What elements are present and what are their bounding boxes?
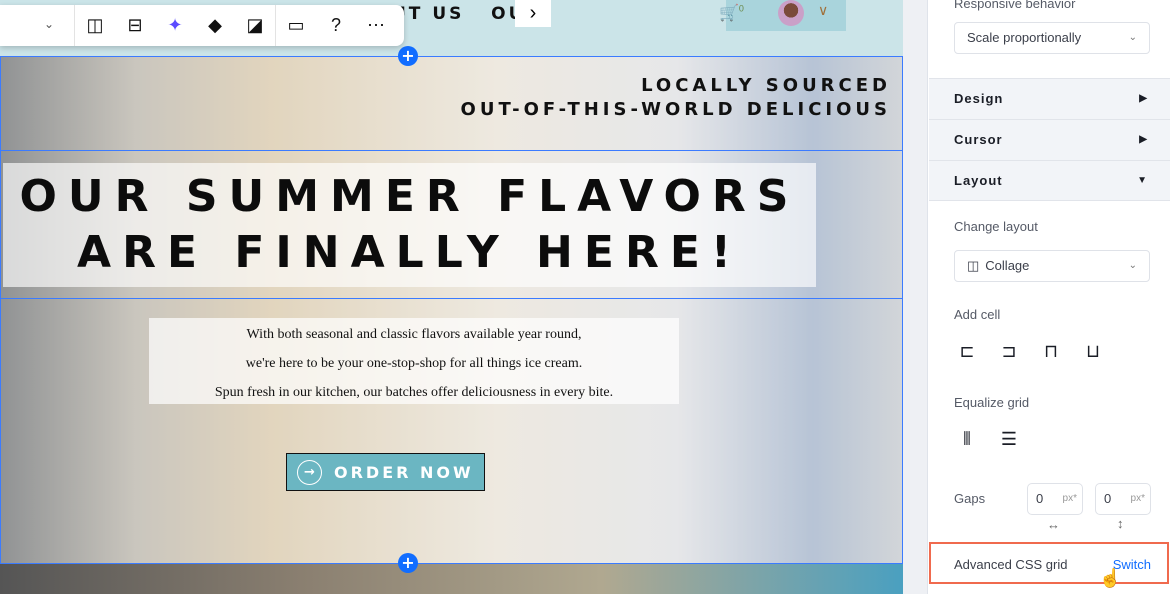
gap-unit: px*: [1062, 493, 1077, 504]
headline[interactable]: OUR SUMMER FLAVORS ARE FINALLY HERE!: [3, 163, 816, 287]
add-cell-right-icon[interactable]: ⊐: [996, 341, 1022, 362]
add-section-top-button[interactable]: +: [398, 46, 418, 66]
tagline: LOCALLY SOURCED OUT-OF-THIS-WORLD DELICIO…: [461, 74, 891, 122]
gaps-label: Gaps: [954, 491, 986, 506]
toolbar-dropdown[interactable]: ⌄: [0, 5, 75, 46]
tagline-line: OUT-OF-THIS-WORLD DELICIOUS: [460, 99, 891, 120]
layout-dropdown[interactable]: ◫ Collage ⌄: [954, 250, 1150, 282]
responsive-dropdown[interactable]: Scale proportionally ⌄: [954, 22, 1150, 54]
horizontal-gap-input[interactable]: 0 px*: [1027, 483, 1083, 515]
section-label: Layout: [954, 173, 1003, 188]
equalize-grid-label: Equalize grid: [954, 395, 1030, 410]
gap-value: 0: [1036, 491, 1044, 506]
add-cell-top-icon[interactable]: ⊓: [1038, 341, 1064, 362]
responsive-value: Scale proportionally: [967, 30, 1082, 45]
advanced-css-grid-row: Advanced CSS grid Switch: [929, 542, 1169, 584]
cart-icon[interactable]: 🛒0: [719, 3, 744, 23]
gap-unit: px*: [1130, 493, 1145, 504]
body-line: With both seasonal and classic flavors a…: [246, 327, 582, 342]
background-icon[interactable]: ◪: [235, 15, 275, 36]
ai-sparkle-icon[interactable]: ✦: [155, 15, 195, 36]
site-canvas[interactable]: UT US OU › 🛒0 ∨ LOCALLY SOURCED OUT-OF-TH…: [0, 0, 903, 594]
chevron-down-icon: ⌄: [1128, 32, 1137, 43]
section-label: Cursor: [954, 132, 1003, 147]
add-row-icon[interactable]: ⊟: [115, 15, 155, 36]
avatar[interactable]: [778, 0, 804, 26]
headline-line: OUR SUMMER FLAVORS: [19, 171, 800, 222]
order-now-button[interactable]: → ORDER NOW: [286, 453, 485, 491]
section-layout[interactable]: Layout ▼: [929, 160, 1170, 201]
comment-icon[interactable]: ▭: [276, 15, 316, 36]
triangle-right-icon: ▶: [1139, 134, 1148, 145]
canvas-gutter: [903, 0, 928, 594]
cart-count: 0: [738, 3, 744, 14]
body-text[interactable]: With both seasonal and classic flavors a…: [149, 318, 679, 404]
add-cell-bottom-icon[interactable]: ⊔: [1080, 341, 1106, 362]
collage-icon: ◫: [967, 258, 980, 273]
equalize-columns-icon[interactable]: ⦀: [954, 429, 980, 450]
change-layout-label: Change layout: [954, 219, 1038, 234]
section-cursor[interactable]: Cursor ▶: [929, 119, 1170, 160]
add-cell-buttons: ⊏ ⊐ ⊓ ⊔: [954, 341, 1106, 362]
triangle-right-icon: ▶: [1139, 93, 1148, 104]
responsive-label: Responsive behavior: [954, 0, 1076, 11]
equalize-buttons: ⦀ ☰: [954, 429, 1022, 450]
vertical-arrows-icon: ↕: [1117, 516, 1124, 531]
gap-value: 0: [1104, 491, 1112, 506]
help-icon[interactable]: ?: [316, 15, 356, 36]
layout-value: Collage: [985, 258, 1030, 273]
triangle-down-icon: ▼: [1137, 175, 1148, 186]
inspector-panel: Responsive behavior Scale proportionally…: [929, 0, 1170, 594]
horizontal-arrows-icon: ↔: [1047, 517, 1060, 532]
chevron-down-icon: ⌄: [1128, 260, 1137, 271]
more-icon[interactable]: ⋯: [356, 15, 396, 36]
body-line: we're here to be your one-stop-shop for …: [245, 356, 583, 371]
next-section: [0, 564, 903, 594]
add-cell-left-icon[interactable]: ⊏: [954, 341, 980, 362]
nav-next-arrow[interactable]: ›: [515, 0, 551, 27]
equalize-rows-icon[interactable]: ☰: [996, 429, 1022, 450]
tagline-line: LOCALLY SOURCED: [641, 75, 891, 96]
site-nav[interactable]: UT US OU: [392, 4, 525, 24]
section-design[interactable]: Design ▶: [929, 78, 1170, 119]
body-line: Spun fresh in our kitchen, our batches o…: [214, 385, 614, 400]
section-label: Design: [954, 91, 1004, 106]
hand-cursor-icon: ☝: [1099, 568, 1122, 588]
advanced-css-grid-label: Advanced CSS grid: [954, 557, 1068, 572]
arrow-right-icon: →: [297, 459, 322, 485]
add-cell-label: Add cell: [954, 307, 1001, 322]
floating-toolbar: ⌄ ◫ ⊟ ✦ ◆ ◪ ▭ ? ⋯: [0, 5, 404, 46]
animation-icon[interactable]: ◆: [195, 15, 235, 36]
order-now-label: ORDER NOW: [334, 462, 474, 482]
vertical-gap-input[interactable]: 0 px*: [1095, 483, 1151, 515]
add-section-bottom-button[interactable]: +: [398, 553, 418, 573]
add-column-icon[interactable]: ◫: [75, 15, 115, 36]
chevron-down-icon[interactable]: ∨: [818, 2, 828, 19]
headline-line: ARE FINALLY HERE!: [77, 227, 742, 278]
